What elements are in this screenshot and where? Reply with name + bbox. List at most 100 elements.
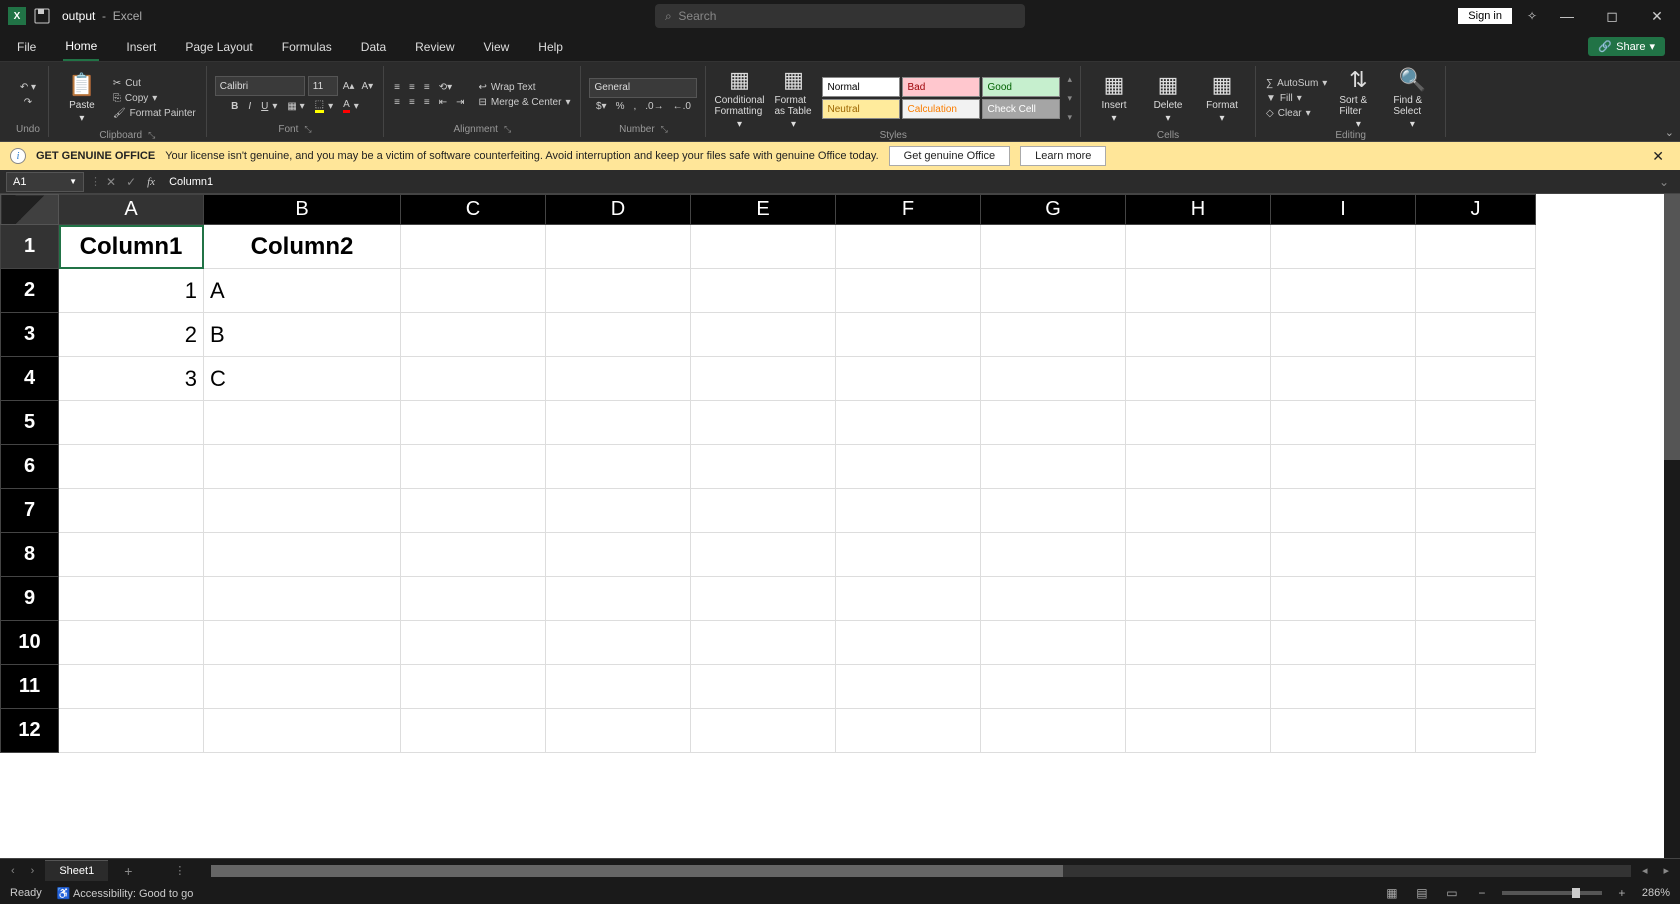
cell-E5[interactable] bbox=[691, 401, 836, 445]
row-header-2[interactable]: 2 bbox=[1, 269, 59, 313]
cell-A4[interactable]: 3 bbox=[59, 357, 204, 401]
format-as-table-button[interactable]: ▦Format as Table▾ bbox=[768, 68, 818, 128]
cell-B10[interactable] bbox=[204, 621, 401, 665]
cell-A12[interactable] bbox=[59, 709, 204, 753]
row-header-4[interactable]: 4 bbox=[1, 357, 59, 401]
cell-H3[interactable] bbox=[1126, 313, 1271, 357]
delete-cells-button[interactable]: ▦Delete▾ bbox=[1143, 68, 1193, 128]
decrease-indent-button[interactable]: ⇤ bbox=[437, 96, 449, 109]
cell-G11[interactable] bbox=[981, 665, 1126, 709]
fill-color-button[interactable]: ⬚ ▾ bbox=[313, 98, 335, 114]
row-header-12[interactable]: 12 bbox=[1, 709, 59, 753]
name-box[interactable]: A1▼ bbox=[6, 172, 84, 192]
col-header-A[interactable]: A bbox=[59, 195, 204, 225]
cell-F4[interactable] bbox=[836, 357, 981, 401]
cell-F7[interactable] bbox=[836, 489, 981, 533]
cell-B6[interactable] bbox=[204, 445, 401, 489]
col-header-C[interactable]: C bbox=[401, 195, 546, 225]
cell-F8[interactable] bbox=[836, 533, 981, 577]
cell-J7[interactable] bbox=[1416, 489, 1536, 533]
style-bad[interactable]: Bad bbox=[902, 77, 980, 97]
share-button[interactable]: 🔗 Share ▾ bbox=[1588, 37, 1665, 56]
sheet-nav-prev[interactable]: ‹ bbox=[6, 865, 20, 877]
cell-F10[interactable] bbox=[836, 621, 981, 665]
learn-more-button[interactable]: Learn more bbox=[1020, 146, 1106, 166]
cell-A8[interactable] bbox=[59, 533, 204, 577]
cell-H8[interactable] bbox=[1126, 533, 1271, 577]
add-sheet-button[interactable]: + bbox=[114, 863, 142, 879]
cell-J8[interactable] bbox=[1416, 533, 1536, 577]
tab-formulas[interactable]: Formulas bbox=[280, 34, 334, 60]
cell-C2[interactable] bbox=[401, 269, 546, 313]
cell-I5[interactable] bbox=[1271, 401, 1416, 445]
tab-review[interactable]: Review bbox=[413, 34, 456, 60]
fill-button[interactable]: ▼ Fill ▾ bbox=[1264, 92, 1329, 105]
style-normal[interactable]: Normal bbox=[822, 77, 900, 97]
cell-I2[interactable] bbox=[1271, 269, 1416, 313]
cell-E6[interactable] bbox=[691, 445, 836, 489]
comma-format-button[interactable]: , bbox=[632, 100, 639, 113]
cell-F12[interactable] bbox=[836, 709, 981, 753]
cell-C9[interactable] bbox=[401, 577, 546, 621]
style-check-cell[interactable]: Check Cell bbox=[982, 99, 1060, 119]
cell-C8[interactable] bbox=[401, 533, 546, 577]
cell-C7[interactable] bbox=[401, 489, 546, 533]
cell-A1[interactable]: Column1 bbox=[59, 225, 204, 269]
percent-format-button[interactable]: % bbox=[614, 100, 627, 113]
align-center-button[interactable]: ≡ bbox=[407, 96, 417, 109]
redo-button[interactable]: ↷ bbox=[22, 96, 34, 109]
cell-G12[interactable] bbox=[981, 709, 1126, 753]
zoom-out-button[interactable]: − bbox=[1472, 886, 1492, 900]
status-accessibility[interactable]: ♿ Accessibility: Good to go bbox=[57, 887, 194, 900]
font-launcher[interactable]: ⤡ bbox=[304, 124, 311, 135]
cell-F11[interactable] bbox=[836, 665, 981, 709]
cell-C4[interactable] bbox=[401, 357, 546, 401]
cell-F9[interactable] bbox=[836, 577, 981, 621]
cell-E4[interactable] bbox=[691, 357, 836, 401]
cell-C10[interactable] bbox=[401, 621, 546, 665]
maximize-button[interactable]: ◻ bbox=[1597, 8, 1627, 25]
cell-G7[interactable] bbox=[981, 489, 1126, 533]
cell-D5[interactable] bbox=[546, 401, 691, 445]
borders-button[interactable]: ▦ ▾ bbox=[285, 98, 306, 114]
enter-formula-button[interactable]: ✓ bbox=[121, 175, 141, 189]
clipboard-launcher[interactable]: ⤡ bbox=[148, 130, 155, 141]
cell-J4[interactable] bbox=[1416, 357, 1536, 401]
cell-B5[interactable] bbox=[204, 401, 401, 445]
cell-E1[interactable] bbox=[691, 225, 836, 269]
cell-D12[interactable] bbox=[546, 709, 691, 753]
cell-F5[interactable] bbox=[836, 401, 981, 445]
cell-D6[interactable] bbox=[546, 445, 691, 489]
fx-icon[interactable]: fx bbox=[141, 176, 161, 188]
align-middle-button[interactable]: ≡ bbox=[407, 81, 417, 94]
row-header-11[interactable]: 11 bbox=[1, 665, 59, 709]
cell-J1[interactable] bbox=[1416, 225, 1536, 269]
cell-G6[interactable] bbox=[981, 445, 1126, 489]
close-button[interactable]: ✕ bbox=[1642, 8, 1672, 25]
horizontal-scrollbar[interactable] bbox=[211, 865, 1631, 877]
view-page-break-button[interactable]: ▭ bbox=[1442, 886, 1462, 900]
cell-H12[interactable] bbox=[1126, 709, 1271, 753]
cell-H11[interactable] bbox=[1126, 665, 1271, 709]
cell-E9[interactable] bbox=[691, 577, 836, 621]
autosum-button[interactable]: ∑ AutoSum ▾ bbox=[1264, 77, 1329, 90]
hscroll-right[interactable]: ▸ bbox=[1658, 864, 1674, 877]
cell-G4[interactable] bbox=[981, 357, 1126, 401]
cell-J3[interactable] bbox=[1416, 313, 1536, 357]
cell-I9[interactable] bbox=[1271, 577, 1416, 621]
cell-F2[interactable] bbox=[836, 269, 981, 313]
cell-B2[interactable]: A bbox=[204, 269, 401, 313]
cell-I8[interactable] bbox=[1271, 533, 1416, 577]
collapse-ribbon-button[interactable]: ⌄ bbox=[1665, 126, 1674, 139]
col-header-D[interactable]: D bbox=[546, 195, 691, 225]
find-select-button[interactable]: 🔍Find & Select▾ bbox=[1387, 68, 1437, 128]
cell-D7[interactable] bbox=[546, 489, 691, 533]
cell-E12[interactable] bbox=[691, 709, 836, 753]
cell-D3[interactable] bbox=[546, 313, 691, 357]
col-header-J[interactable]: J bbox=[1416, 195, 1536, 225]
cell-D4[interactable] bbox=[546, 357, 691, 401]
cell-J12[interactable] bbox=[1416, 709, 1536, 753]
tab-file[interactable]: File bbox=[15, 34, 38, 60]
orientation-button[interactable]: ⟲▾ bbox=[437, 81, 454, 94]
cell-I10[interactable] bbox=[1271, 621, 1416, 665]
